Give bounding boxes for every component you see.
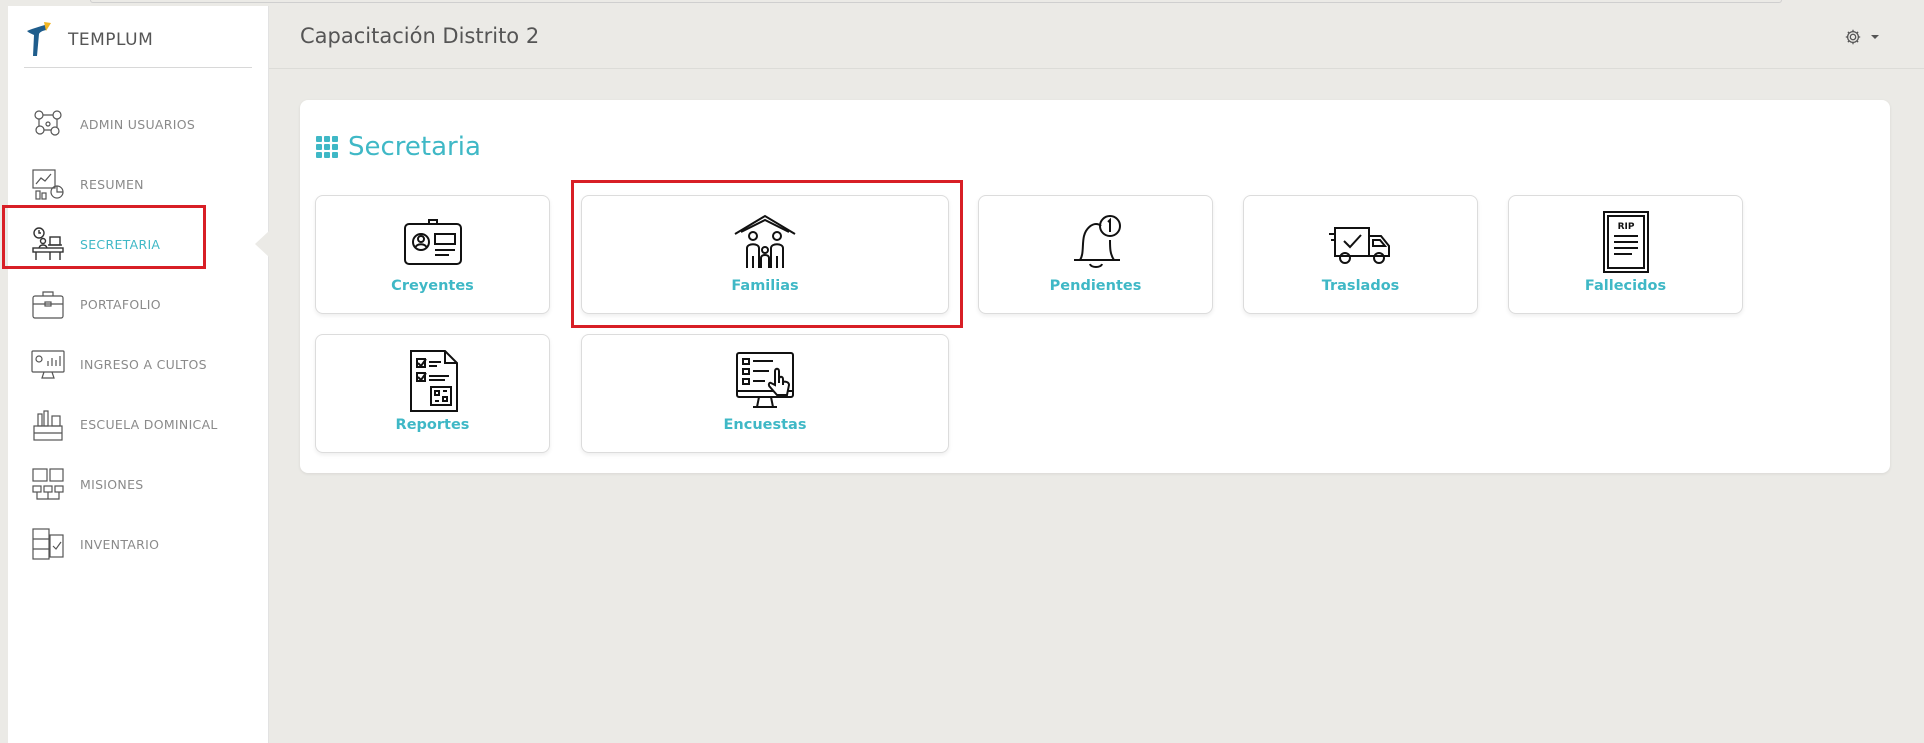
section-title: Secretaria	[316, 132, 481, 162]
tile-label: Encuestas	[723, 417, 807, 433]
sidebar-item-inventario[interactable]: INVENTARIO	[8, 514, 268, 574]
sidebar-item-label: RESUMEN	[80, 176, 144, 192]
tile-label: Pendientes	[1049, 278, 1142, 294]
survey-monitor-icon	[736, 352, 794, 408]
report-chart-icon	[32, 169, 64, 200]
tile-familias[interactable]: Familias	[581, 195, 949, 314]
bell-notification-icon	[1073, 215, 1121, 268]
inventory-icon	[32, 528, 64, 560]
tile-label: Fallecidos	[1584, 278, 1667, 294]
tile-fallecidos[interactable]: RIP Fallecidos	[1508, 195, 1743, 314]
sidebar-item-escuela-dominical[interactable]: ESCUELA DOMINICAL	[8, 394, 268, 454]
desk-clock-icon	[32, 227, 64, 260]
id-card-icon	[403, 219, 462, 265]
rip-document-icon: RIP	[1602, 211, 1649, 273]
section-title-text: Secretaria	[348, 132, 481, 162]
sidebar-item-label: MISIONES	[80, 476, 144, 492]
tile-traslados[interactable]: Traslados	[1243, 195, 1478, 314]
brand-divider	[24, 67, 252, 68]
mission-board-icon	[32, 468, 64, 500]
tile-label: Creyentes	[391, 278, 474, 294]
sidebar-item-label: ESCUELA DOMINICAL	[80, 416, 218, 432]
tile-encuestas[interactable]: Encuestas	[581, 334, 949, 453]
school-desk-icon	[33, 410, 63, 441]
app-root: TEMPLUM ADMIN USUARIOS RESUMEN SECRETARI…	[0, 0, 1924, 743]
sidebar-item-admin-usuarios[interactable]: ADMIN USUARIOS	[8, 94, 268, 154]
sidebar-item-secretaria[interactable]: SECRETARIA	[8, 214, 269, 274]
grid-icon	[316, 136, 338, 158]
sidebar-item-misiones[interactable]: MISIONES	[8, 454, 268, 514]
tile-pendientes[interactable]: Pendientes	[978, 195, 1213, 314]
templum-logo-icon	[27, 22, 51, 56]
sidebar-item-ingreso-a-cultos[interactable]: INGRESO A CULTOS	[8, 334, 268, 394]
sidebar-item-label: SECRETARIA	[80, 236, 161, 252]
briefcase-icon	[32, 291, 64, 319]
family-house-icon	[734, 214, 796, 268]
sidebar-item-label: ADMIN USUARIOS	[80, 116, 196, 132]
settings-dropdown[interactable]	[1844, 28, 1880, 46]
caret-down-icon	[1871, 35, 1879, 39]
sidebar-nav: ADMIN USUARIOS RESUMEN SECRETARIA PORTAF…	[8, 94, 269, 574]
monitor-stats-icon	[31, 350, 65, 379]
sidebar-item-label: INVENTARIO	[80, 536, 160, 552]
tile-label: Reportes	[395, 417, 470, 433]
sidebar-item-resumen[interactable]: RESUMEN	[8, 154, 268, 214]
sidebar: TEMPLUM ADMIN USUARIOS RESUMEN SECRETARI…	[8, 6, 269, 743]
tile-label: Traslados	[1321, 278, 1400, 294]
brand-name: TEMPLUM	[68, 30, 154, 50]
report-document-icon	[409, 350, 458, 412]
secretaria-panel: Secretaria Creyentes Familias Pendientes…	[300, 100, 1890, 473]
header: Capacitación Distrito 2	[269, 0, 1924, 69]
tile-creyentes[interactable]: Creyentes	[315, 195, 550, 314]
sidebar-item-portafolio[interactable]: PORTAFOLIO	[8, 274, 268, 334]
gear-icon	[1845, 29, 1861, 45]
tile-reportes[interactable]: Reportes	[315, 334, 550, 453]
delivery-truck-icon	[1328, 227, 1390, 264]
sidebar-item-label: INGRESO A CULTOS	[80, 356, 207, 372]
sidebar-item-label: PORTAFOLIO	[80, 296, 161, 312]
users-network-icon	[34, 110, 62, 136]
page-title: Capacitación Distrito 2	[300, 24, 540, 48]
svg-text:RIP: RIP	[1617, 222, 1634, 232]
tile-label: Familias	[731, 278, 799, 294]
brand[interactable]: TEMPLUM	[24, 20, 153, 60]
